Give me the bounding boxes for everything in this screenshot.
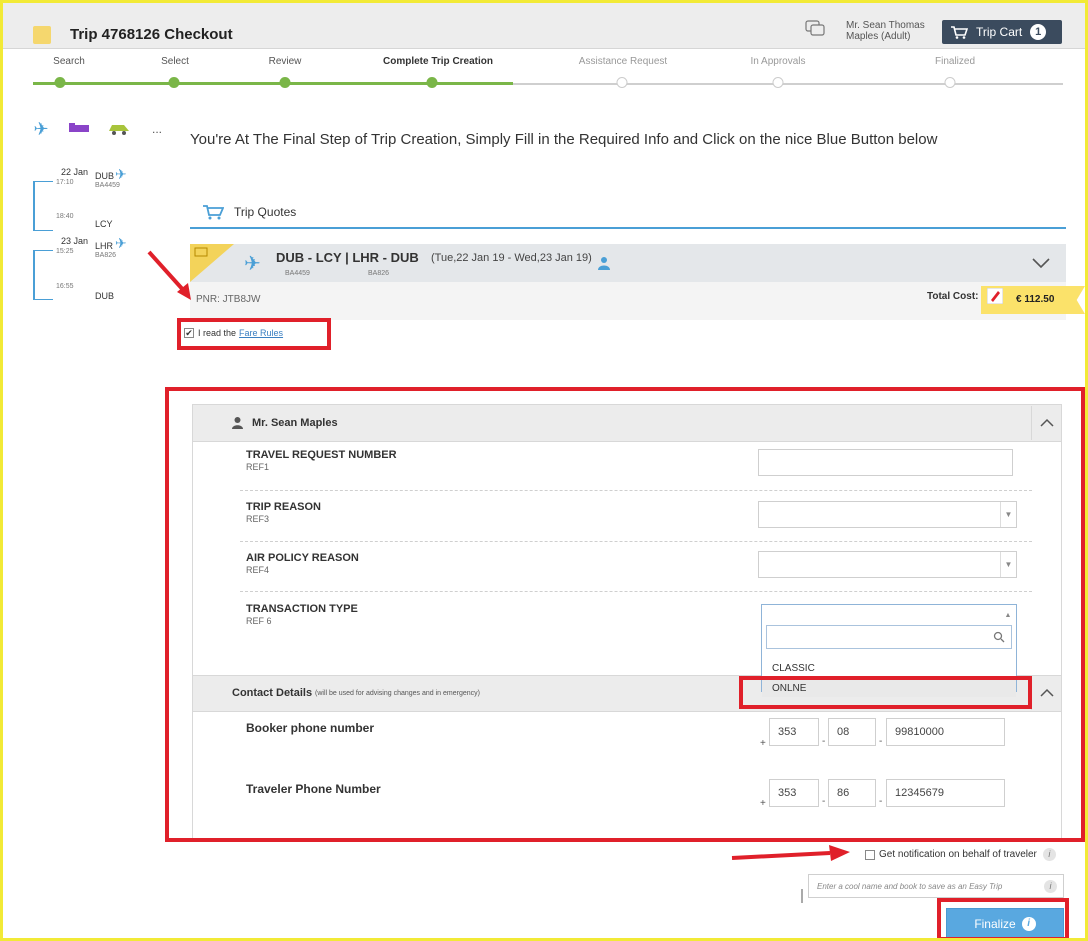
leg2-dep-time: 15:25 bbox=[56, 248, 74, 255]
notification-checkbox-row[interactable]: Get notification on behalf of traveler i bbox=[865, 848, 1056, 861]
route-summary: DUB - LCY | LHR - DUB bbox=[276, 250, 419, 265]
leg2-dep: LHR bbox=[95, 241, 114, 251]
chevron-down-icon[interactable] bbox=[1030, 256, 1052, 270]
cart-icon bbox=[951, 26, 968, 39]
leg1-arr: LCY bbox=[95, 219, 113, 229]
notification-checkbox[interactable] bbox=[865, 849, 875, 860]
more-icon[interactable]: ... bbox=[144, 118, 170, 140]
leg1-plane-icon: ✈ bbox=[115, 166, 127, 182]
total-cost-value: € 112.50 bbox=[1016, 294, 1055, 305]
final-step-headline: You're At The Final Step of Trip Creatio… bbox=[190, 131, 938, 148]
leg-bracket bbox=[33, 250, 53, 300]
trip-note-icon bbox=[33, 26, 51, 44]
annotation-box-finalize bbox=[937, 898, 1069, 941]
step-in-approvals: In Approvals bbox=[750, 56, 806, 67]
easytrip-name-input[interactable]: Enter a cool name and book to save as an… bbox=[808, 874, 1064, 898]
leg1-dep: DUB bbox=[95, 171, 115, 181]
leg-bracket bbox=[33, 181, 53, 231]
annotation-box-fare-rules bbox=[177, 318, 331, 350]
airplane-icon[interactable]: ✈ bbox=[28, 118, 54, 140]
step-dot bbox=[426, 77, 438, 88]
step-finalized: Finalized bbox=[934, 56, 976, 67]
info-icon[interactable]: i bbox=[1044, 880, 1057, 893]
leg1-dep-time: 17:10 bbox=[56, 179, 74, 186]
quotes-cart-icon bbox=[203, 204, 224, 219]
annotation-box-online-option bbox=[739, 676, 1032, 709]
tab-trip-quotes[interactable]: Trip Quotes bbox=[190, 196, 1066, 229]
route-plane-icon: ✈ bbox=[244, 253, 261, 275]
progress-steps: Search Select Review Complete Trip Creat… bbox=[3, 56, 1083, 70]
step-assistance-request: Assistance Request bbox=[578, 56, 668, 67]
page-title: Trip 4768126 Checkout bbox=[70, 26, 233, 43]
easytrip-cursor bbox=[801, 889, 803, 903]
route-dates: (Tue,22 Jan 19 - Wed,23 Jan 19) bbox=[431, 252, 592, 264]
pnr-code: PNR: JTB8JW bbox=[196, 294, 261, 305]
trip-cart-button[interactable]: Trip Cart 1 bbox=[942, 20, 1062, 44]
user-name[interactable]: Mr. Sean Thomas Maples (Adult) bbox=[846, 20, 925, 42]
step-search: Search bbox=[53, 56, 85, 67]
step-dot bbox=[168, 77, 180, 88]
total-cost-label: Total Cost: bbox=[927, 291, 979, 302]
traveler-person-icon bbox=[598, 257, 610, 270]
step-dot bbox=[54, 77, 66, 88]
notification-label: Get notification on behalf of traveler bbox=[879, 849, 1037, 860]
easytrip-placeholder: Enter a cool name and book to save as an… bbox=[817, 881, 1003, 891]
leg2-plane-icon: ✈ bbox=[115, 235, 127, 251]
step-review: Review bbox=[268, 56, 302, 67]
step-dot bbox=[279, 77, 291, 88]
pencil-icon[interactable] bbox=[987, 288, 1003, 304]
leg2-flight: BA826 bbox=[95, 252, 117, 259]
leg2-arr-time: 16:55 bbox=[56, 283, 74, 290]
cart-count-badge: 1 bbox=[1030, 24, 1047, 40]
step-dot bbox=[616, 77, 628, 88]
flight-code: BA826 bbox=[368, 270, 390, 277]
step-dot bbox=[772, 77, 784, 88]
step-select: Select bbox=[161, 56, 189, 67]
step-complete-trip-creation: Complete Trip Creation bbox=[382, 56, 494, 67]
chat-icon[interactable] bbox=[805, 20, 825, 38]
car-icon[interactable] bbox=[106, 118, 132, 140]
flight-code: BA4459 bbox=[285, 270, 310, 277]
trip-cart-label: Trip Cart bbox=[976, 25, 1023, 39]
annotation-box-traveler-form bbox=[165, 387, 1085, 842]
progress-complete bbox=[33, 82, 513, 85]
leg2-arr: DUB bbox=[95, 291, 115, 301]
leg2-date: 23 Jan bbox=[61, 236, 89, 246]
annotation-arrow-icon bbox=[147, 250, 191, 300]
step-dot bbox=[944, 77, 956, 88]
leg1-arr-time: 18:40 bbox=[56, 213, 74, 220]
tab-trip-quotes-label: Trip Quotes bbox=[234, 204, 297, 219]
hotel-icon[interactable] bbox=[66, 118, 92, 140]
leg1-date: 22 Jan bbox=[61, 167, 89, 177]
annotation-arrow-icon bbox=[731, 845, 850, 861]
info-icon[interactable]: i bbox=[1042, 848, 1056, 861]
